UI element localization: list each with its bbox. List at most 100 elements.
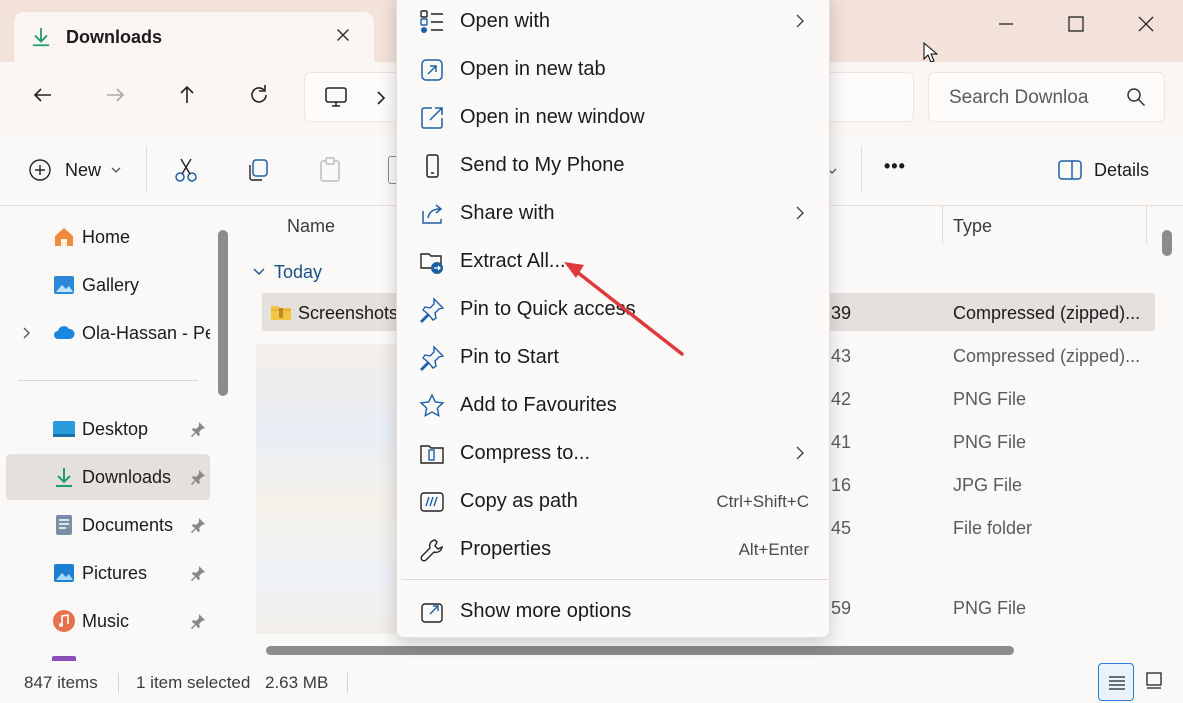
new-tab-icon <box>421 59 443 81</box>
extract-icon <box>420 253 443 274</box>
pin-icon[interactable] <box>190 565 206 581</box>
breadcrumb-chevron-icon[interactable] <box>375 89 387 107</box>
column-header-type[interactable]: Type <box>953 216 992 237</box>
close-tab-icon[interactable] <box>332 24 354 46</box>
column-divider[interactable] <box>1146 206 1147 244</box>
minimize-icon[interactable] <box>988 10 1024 38</box>
pin-icon[interactable] <box>190 613 206 629</box>
submenu-chevron-icon <box>796 446 804 460</box>
downloads-folder-icon <box>56 468 72 487</box>
pin-icon[interactable] <box>190 517 206 533</box>
blurred-file-names <box>256 344 396 634</box>
mouse-cursor-icon <box>923 42 938 63</box>
pin-start-icon <box>420 345 445 371</box>
onedrive-cloud-icon <box>54 326 75 339</box>
new-button[interactable]: New <box>28 156 128 184</box>
column-header-name[interactable]: Name <box>287 216 335 237</box>
nav-item-pictures[interactable]: Pictures <box>6 550 210 596</box>
file-type: PNG File <box>953 598 1027 618</box>
details-button[interactable]: Details <box>1058 156 1158 184</box>
details-pane-icon <box>1058 160 1082 180</box>
cut-icon[interactable] <box>172 156 200 184</box>
menu-item-open-new-tab[interactable]: Open in new tab <box>405 46 823 92</box>
toolbar-divider <box>146 146 147 192</box>
menu-item-label: Send to My Phone <box>460 154 625 176</box>
details-view-button[interactable] <box>1098 663 1134 701</box>
nav-item-desktop[interactable]: Desktop <box>6 406 210 452</box>
selection-size: 2.63 MB <box>265 673 329 692</box>
menu-item-label: Compress to... <box>460 442 591 464</box>
paste-icon[interactable] <box>316 156 344 184</box>
menu-item-properties[interactable]: Properties Alt+Enter <box>405 526 823 572</box>
menu-item-share-with[interactable]: Share with <box>405 190 823 236</box>
music-folder-icon <box>53 610 75 632</box>
file-date: 42 <box>831 389 852 409</box>
status-divider <box>118 673 119 693</box>
pin-icon[interactable] <box>190 421 206 437</box>
open-with-icon <box>420 10 443 33</box>
up-arrow-icon[interactable] <box>174 82 200 108</box>
search-input[interactable]: Search Downloa <box>928 72 1165 122</box>
toolbar-divider <box>861 146 862 192</box>
refresh-icon[interactable] <box>246 82 272 108</box>
nav-item-documents[interactable]: Documents <box>6 502 210 548</box>
status-divider <box>347 673 348 693</box>
menu-item-label: Open in new tab <box>460 58 606 80</box>
forward-arrow-icon[interactable] <box>102 82 128 108</box>
new-window-icon <box>421 107 443 129</box>
menu-item-add-favourites[interactable]: Add to Favourites <box>405 382 823 428</box>
menu-item-compress-to[interactable]: Compress to... <box>405 430 823 476</box>
rename-icon[interactable] <box>388 156 396 184</box>
vertical-scrollbar[interactable] <box>1162 230 1172 256</box>
menu-item-label: Open with <box>460 10 551 32</box>
back-arrow-icon[interactable] <box>30 82 56 108</box>
file-date: 45 <box>831 518 852 538</box>
file-type: Compressed (zipped)... <box>953 346 1141 366</box>
nav-item-downloads[interactable]: Downloads <box>6 454 210 500</box>
tab-downloads[interactable]: Downloads <box>14 12 374 62</box>
close-window-icon[interactable] <box>1128 10 1164 38</box>
selection-count: 1 item selected <box>136 673 251 692</box>
menu-item-open-new-window[interactable]: Open in new window <box>405 94 823 140</box>
column-divider[interactable] <box>942 206 943 244</box>
documents-folder-icon <box>56 515 72 535</box>
menu-item-label: Add to Favourites <box>460 394 617 416</box>
menu-item-label: Show more options <box>460 600 632 622</box>
nav-item-music[interactable]: Music <box>6 598 210 644</box>
context-menu: Open with Open in new tab Open in new wi… <box>396 0 830 638</box>
group-header-today[interactable]: Today <box>274 262 322 283</box>
menu-item-pin-quick-access[interactable]: Pin to Quick access <box>405 286 823 332</box>
tiles-view-button[interactable] <box>1136 663 1172 701</box>
menu-item-label: Share with <box>460 202 555 224</box>
menu-item-send-to-phone[interactable]: Send to My Phone <box>405 142 823 188</box>
file-date: 16 <box>831 475 852 495</box>
nav-item-gallery[interactable]: Gallery <box>6 262 210 308</box>
menu-item-show-more-options[interactable]: Show more options <box>405 588 823 634</box>
star-icon <box>419 393 445 418</box>
nav-item-home[interactable]: Home <box>6 214 210 260</box>
group-collapse-chevron-icon[interactable] <box>252 266 266 278</box>
file-type: JPG File <box>953 475 1023 495</box>
menu-item-open-with[interactable]: Open with <box>405 0 823 44</box>
search-icon[interactable] <box>1126 87 1146 107</box>
see-more-button[interactable]: ••• <box>884 156 906 177</box>
horizontal-scrollbar[interactable] <box>266 646 1014 655</box>
submenu-chevron-icon <box>796 14 804 28</box>
pin-icon[interactable] <box>190 469 206 485</box>
phone-icon <box>426 154 439 178</box>
nav-label: Home <box>82 227 131 247</box>
nav-label: Ola-Hassan - Per <box>82 323 210 343</box>
file-type: PNG File <box>953 389 1027 409</box>
plus-circle-icon <box>29 159 51 181</box>
menu-item-extract-all[interactable]: Extract All... <box>405 238 823 284</box>
nav-scrollbar[interactable] <box>218 230 228 396</box>
copy-icon[interactable] <box>244 156 272 184</box>
menu-item-pin-to-start[interactable]: Pin to Start <box>405 334 823 380</box>
menu-item-copy-as-path[interactable]: Copy as path Ctrl+Shift+C <box>405 478 823 524</box>
nav-item-onedrive[interactable]: Ola-Hassan - Per <box>6 310 210 356</box>
file-date: 39 <box>831 303 852 323</box>
expand-chevron-icon[interactable] <box>22 326 32 340</box>
maximize-icon[interactable] <box>1058 10 1094 38</box>
this-pc-icon <box>325 87 347 107</box>
file-date: 41 <box>831 432 852 452</box>
